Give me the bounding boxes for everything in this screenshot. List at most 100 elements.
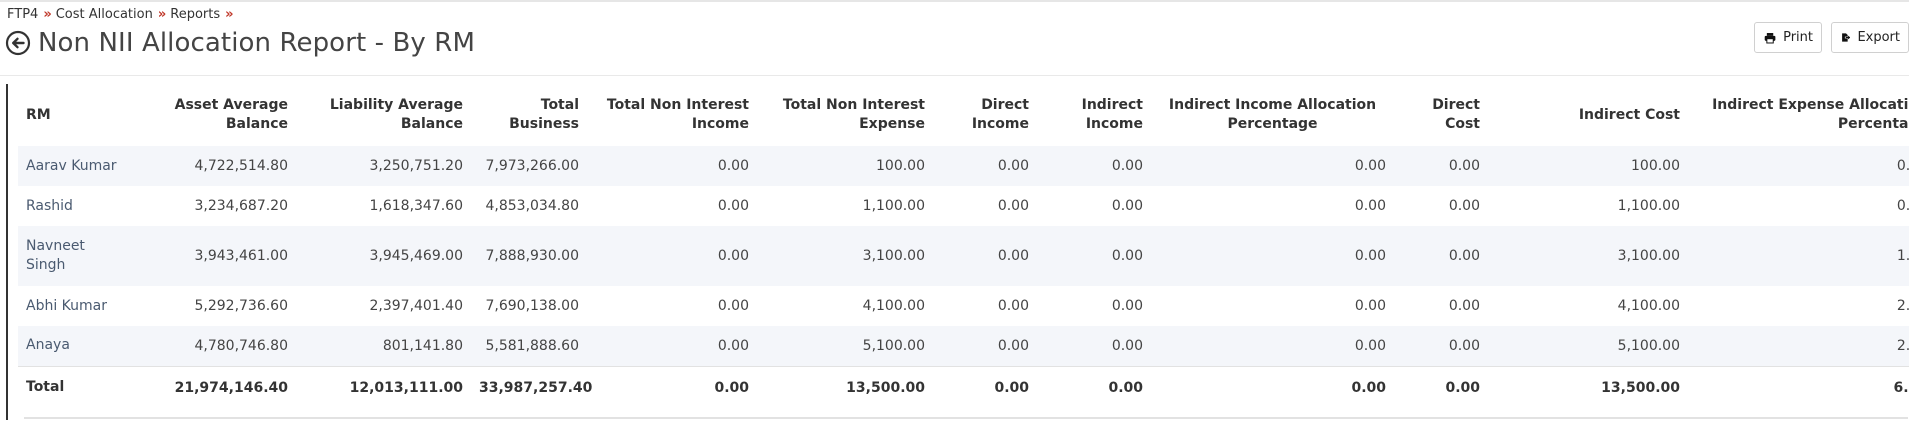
breadcrumb: FTP4» Cost Allocation» Reports» [7, 7, 238, 22]
cell-indirect-expense-allocation-percentage: 0.05 [1688, 146, 1909, 186]
col-header-rm[interactable]: RM [18, 84, 136, 146]
col-header-total-business[interactable]: Total Business [471, 84, 587, 146]
cell-total-non-interest-expense: 3,100.00 [757, 226, 933, 286]
cell-total-liability-average-balance: 12,013,111.00 [296, 365, 471, 409]
cell-direct-cost: 0.00 [1394, 226, 1488, 286]
cell-rm: Rashid [26, 197, 73, 214]
cell-total-non-interest-income: 0.00 [587, 146, 757, 186]
cell-asset-average-balance: 5,292,736.60 [194, 298, 288, 314]
table-total-row: Total 21,974,146.40 12,013,111.00 33,987… [18, 365, 1909, 409]
cell-indirect-income-allocation-percentage: 0.00 [1354, 198, 1386, 214]
print-button-label: Print [1783, 30, 1813, 45]
cell-total-non-interest-income: 0.00 [587, 226, 757, 286]
cell-indirect-expense-allocation-percentage: 2.56 [1688, 326, 1909, 366]
cell-indirect-income: 0.00 [1037, 146, 1151, 186]
breadcrumb-item-cost-allocation[interactable]: Cost Allocation [56, 7, 153, 22]
cell-direct-cost: 0.00 [1448, 298, 1480, 314]
cell-indirect-expense-allocation-percentage: 1.56 [1688, 226, 1909, 286]
col-header-direct-cost[interactable]: Direct Cost [1394, 84, 1488, 146]
breadcrumb-separator: » [225, 7, 234, 22]
table-header-row: RM Asset Average Balance Liability Averag… [18, 84, 1909, 146]
toolbar: Print Export [1754, 22, 1909, 53]
table-row: Navneet Singh 3,943,461.00 3,945,469.00 7… [18, 226, 1909, 286]
export-icon [1842, 33, 1851, 42]
cell-total-non-interest-expense: 1,100.00 [862, 198, 925, 214]
report-panel: RM Asset Average Balance Liability Averag… [6, 84, 1909, 420]
cell-total-non-interest-expense: 100.00 [757, 146, 933, 186]
cell-direct-income: 0.00 [933, 226, 1037, 286]
cell-total-business: 5,581,888.60 [471, 326, 587, 366]
col-header-liability-average-balance[interactable]: Liability Average Balance [296, 84, 471, 146]
cell-direct-income: 0.00 [997, 198, 1029, 214]
table-row: Rashid 3,234,687.20 1,618,347.60 4,853,0… [18, 186, 1909, 226]
export-button[interactable]: Export [1831, 22, 1909, 53]
col-header-total-non-interest-expense[interactable]: Total Non Interest Expense [757, 84, 933, 146]
col-header-indirect-income[interactable]: Indirect Income [1037, 84, 1151, 146]
cell-total-total-non-interest-expense: 13,500.00 [757, 365, 933, 409]
cell-total-non-interest-expense: 4,100.00 [862, 298, 925, 314]
cell-direct-cost: 0.00 [1394, 326, 1488, 366]
breadcrumb-item-ftp4[interactable]: FTP4 [7, 7, 38, 22]
header-divider [0, 75, 1909, 76]
cell-total-business: 7,888,930.00 [471, 226, 587, 286]
cell-total-non-interest-income: 0.00 [717, 298, 749, 314]
cell-indirect-expense-allocation-percentage: 0.55 [1896, 198, 1909, 214]
cell-indirect-cost: 4,100.00 [1617, 298, 1680, 314]
col-header-indirect-cost[interactable]: Indirect Cost [1488, 84, 1688, 146]
back-arrow-icon[interactable] [5, 30, 31, 56]
cell-indirect-expense-allocation-percentage: 2.06 [1896, 298, 1909, 314]
table-row: Abhi Kumar 5,292,736.60 2,397,401.40 7,6… [18, 286, 1909, 326]
cell-indirect-cost: 100.00 [1488, 146, 1688, 186]
col-header-direct-income[interactable]: Direct Income [933, 84, 1037, 146]
cell-total-label: Total [18, 365, 136, 409]
cell-total-business: 7,690,138.00 [485, 298, 579, 314]
allocation-table: RM Asset Average Balance Liability Averag… [18, 84, 1909, 409]
cell-asset-average-balance: 3,943,461.00 [136, 226, 296, 286]
cell-direct-income: 0.00 [933, 326, 1037, 366]
col-header-indirect-expense-allocation-percentage[interactable]: Indirect Expense AllocationPercentage [1688, 84, 1909, 146]
cell-total-business: 7,973,266.00 [471, 146, 587, 186]
cell-indirect-income: 0.00 [1111, 298, 1143, 314]
page-title: Non NII Allocation Report - By RM [38, 28, 475, 58]
cell-total-asset-average-balance: 21,974,146.40 [136, 365, 296, 409]
cell-total-non-interest-income: 0.00 [587, 326, 757, 366]
cell-indirect-income-allocation-percentage: 0.00 [1354, 298, 1386, 314]
cell-asset-average-balance: 4,780,746.80 [136, 326, 296, 366]
export-button-label: Export [1857, 30, 1900, 45]
breadcrumb-item-reports[interactable]: Reports [170, 7, 220, 22]
cell-total-total-business: 33,987,257.40 [471, 365, 592, 409]
cell-total-indirect-income: 0.00 [1037, 365, 1151, 409]
cell-rm: Anaya [18, 326, 136, 366]
col-header-total-non-interest-income[interactable]: Total Non Interest Income [587, 84, 757, 146]
col-header-indirect-income-allocation-percentage[interactable]: Indirect Income Allocation Percentage [1151, 84, 1394, 146]
cell-total-indirect-income-allocation-percentage: 0.00 [1151, 365, 1394, 409]
cell-liability-average-balance: 801,141.80 [296, 326, 471, 366]
cell-indirect-income-allocation-percentage: 0.00 [1151, 326, 1394, 366]
cell-direct-cost: 0.00 [1394, 146, 1488, 186]
cell-liability-average-balance: 1,618,347.60 [369, 198, 463, 214]
cell-rm: Abhi Kumar [26, 297, 108, 314]
cell-total-total-non-interest-income: 0.00 [587, 365, 757, 409]
title-row: Non NII Allocation Report - By RM [5, 28, 475, 58]
table-row: Anaya 4,780,746.80 801,141.80 5,581,888.… [18, 326, 1909, 366]
top-bar [0, 0, 1909, 2]
printer-icon [1764, 32, 1776, 43]
cell-liability-average-balance: 3,250,751.20 [296, 146, 471, 186]
col-header-asset-average-balance[interactable]: Asset Average Balance [136, 84, 296, 146]
breadcrumb-separator: » [157, 7, 167, 22]
cell-indirect-income: 0.00 [1037, 326, 1151, 366]
cell-indirect-income: 0.00 [1111, 198, 1143, 214]
print-button[interactable]: Print [1754, 22, 1822, 53]
cell-total-non-interest-income: 0.00 [717, 198, 749, 214]
cell-indirect-cost: 5,100.00 [1488, 326, 1688, 366]
cell-total-business: 4,853,034.80 [485, 198, 579, 214]
cell-liability-average-balance: 2,397,401.40 [369, 298, 463, 314]
cell-total-non-interest-expense: 5,100.00 [757, 326, 933, 366]
cell-total-direct-income: 0.00 [933, 365, 1037, 409]
cell-total-indirect-expense-allocation-percentage: 6.78 [1688, 365, 1909, 409]
cell-asset-average-balance: 4,722,514.80 [136, 146, 296, 186]
table-row: Aarav Kumar 4,722,514.80 3,250,751.20 7,… [18, 146, 1909, 186]
cell-total-direct-cost: 0.00 [1394, 365, 1488, 409]
cell-direct-income: 0.00 [997, 298, 1029, 314]
cell-rm: Aarav Kumar [18, 146, 136, 186]
